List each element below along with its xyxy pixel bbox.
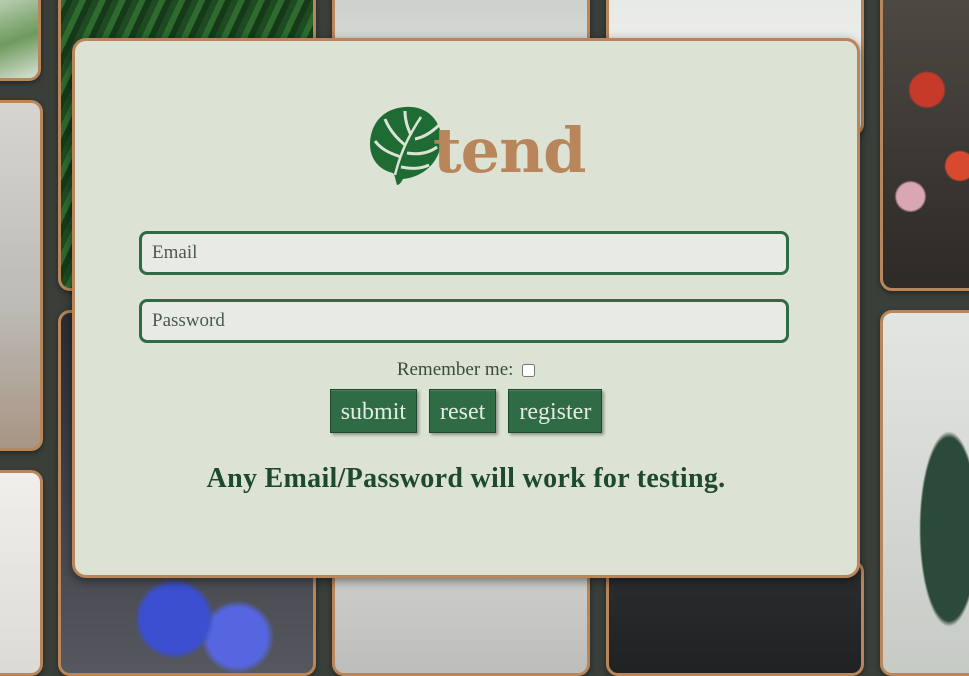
plant-photo-tile [880,310,969,676]
submit-button[interactable]: submit [329,389,418,433]
password-field[interactable] [139,299,789,343]
plant-photo-tile [0,470,43,676]
form-buttons: submit reset register [75,389,857,433]
plant-photo-tile [880,0,969,291]
remember-me-label: Remember me: [396,359,514,380]
remember-me-checkbox[interactable] [522,364,536,378]
testing-note: Any Email/Password will work for testing… [206,463,726,494]
email-field[interactable] [139,231,789,275]
plant-photo-tile [0,0,41,81]
reset-button[interactable]: reset [429,389,497,433]
login-card: tend Remember me: submit reset register … [72,38,860,578]
remember-me-row: Remember me: [75,359,857,381]
plant-photo-tile [0,100,43,451]
register-button[interactable]: register [508,389,603,433]
brand-name: tend [433,114,587,187]
brand-logo: tend [365,103,587,187]
